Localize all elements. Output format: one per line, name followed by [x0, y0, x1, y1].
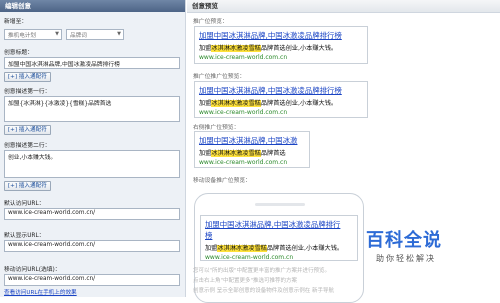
desc-line2-label: 创意描述第二行： [4, 143, 51, 149]
ad-title[interactable]: 加盟中国冰淇淋品牌,中国冰激 [199, 135, 305, 146]
creative-title-input[interactable]: 加盟中国冰淇淋品牌,中国冰激凌品牌排行榜 [4, 57, 180, 69]
default-url-input[interactable]: www.ice-cream-world.com.cn/ [4, 208, 180, 220]
ad-url: www.ice-cream-world.com.cn [205, 254, 294, 261]
ad-description: 加盟冰淇淋冰激凌雪糕品牌首选创业,小本赚大钱。 [199, 100, 338, 107]
watermark-subtitle: 助你轻松解决 [376, 254, 436, 263]
phone-speaker [255, 203, 305, 206]
add-to-label: 新增至： [4, 19, 28, 25]
insert-wildcard-button[interactable]: [+] 插入通配符 [4, 181, 51, 191]
preview-card-middle: 加盟中国冰淇淋品牌,中国冰激凌品牌排行榜 加盟冰淇淋冰激凌雪糕品牌首选创业,小本… [194, 81, 368, 118]
insert-wildcard-button[interactable]: [+] 插入通配符 [4, 125, 51, 135]
ad-url: www.ice-cream-world.com.cn [199, 109, 288, 116]
ad-title[interactable]: 加盟中国冰淇淋品牌,中国冰激凌品牌排行榜 [199, 85, 363, 96]
edit-creative-panel: 编辑创意 新增至： 推机电计划 ▼ 品牌词 ▼ 创意标题： 加盟中国冰淇淋品牌,… [0, 0, 186, 297]
ad-title[interactable]: 加盟中国冰淇淋品牌,中国冰激凌品牌排行 [205, 219, 353, 230]
footnote: 您可以"所的出版"中配置更丰富的推广方案并进行预览。 [193, 268, 331, 274]
default-url-label: 默认访问URL： [4, 201, 45, 207]
unit-select-value: 品牌词 [70, 33, 87, 39]
ad-url: www.ice-cream-world.com.cn [199, 54, 288, 61]
ad-description: 加盟冰淇淋冰激凌雪糕品牌首选创业,小本赚大钱。 [205, 245, 344, 252]
footnote: 创意示例 呈示全部创意的设备物件及创意示例在 新手导航 [193, 288, 334, 294]
preview-panel-title: 创意预览 [187, 0, 500, 13]
display-url-input[interactable]: www.ice-cream-world.com.cn/ [4, 240, 180, 252]
creative-title-label: 创意标题： [4, 50, 33, 56]
unit-select[interactable]: 品牌词 ▼ [66, 29, 124, 40]
mobile-url-label: 移动访问URL(选填)： [4, 267, 61, 273]
ad-title[interactable]: 加盟中国冰淇淋品牌,中国冰激凌品牌排行榜 [199, 30, 363, 41]
desc-line1-label: 创意描述第一行： [4, 89, 51, 95]
mobile-url-input[interactable]: www.ice-cream-world.com.cn/ [4, 274, 180, 286]
display-url-label: 默认显示URL： [4, 233, 45, 239]
preview-label: 推广位预览： [193, 19, 228, 25]
watermark-logo: 百科全说 助你轻松解决 [362, 226, 492, 276]
insert-wildcard-button[interactable]: [+] 插入通配符 [4, 72, 51, 82]
preview-card-top: 加盟中国冰淇淋品牌,中国冰激凌品牌排行榜 加盟冰淇淋冰激凌雪糕品牌首选创业,小本… [194, 26, 368, 64]
ad-description: 加盟冰淇淋冰激凌雪糕品牌首选 [199, 150, 286, 157]
preview-label: 推广位推广位预览： [193, 74, 246, 80]
panel-title: 编辑创意 [0, 0, 185, 12]
watermark-title: 百科全说 [366, 230, 442, 251]
mobile-preview-card: 加盟中国冰淇淋品牌,中国冰激凌品牌排行 榜 加盟冰淇淋冰激凌雪糕品牌首选创业,小… [200, 215, 358, 261]
ad-description: 加盟冰淇淋冰激凌雪糕品牌首选创业,小本赚大钱。 [199, 45, 338, 52]
desc-line1-input[interactable]: 加盟{冰淇淋}{冰激凌}{雪糕}品牌首选 [4, 96, 180, 122]
plan-select[interactable]: 推机电计划 ▼ [4, 29, 62, 40]
footnote: 点击右上角"中配置更多"推选可推荐的方案 [193, 278, 298, 284]
chevron-down-icon: ▼ [55, 31, 59, 37]
mobile-preview-link[interactable]: 查看访问URL在手机上的效果 [4, 288, 77, 296]
preview-label: 右侧推广位预览： [193, 125, 240, 131]
ad-title-line2[interactable]: 榜 [205, 230, 353, 241]
desc-line2-input[interactable]: 创业,小本赚大钱。 [4, 150, 180, 178]
ad-url: www.ice-cream-world.com.cn [199, 159, 288, 166]
preview-card-right: 加盟中国冰淇淋品牌,中国冰激 加盟冰淇淋冰激凌雪糕品牌首选 www.ice-cr… [194, 131, 310, 168]
chevron-down-icon: ▼ [117, 31, 121, 37]
mobile-preview-label: 移动设备推广位预览： [193, 178, 251, 184]
plan-select-value: 推机电计划 [8, 33, 36, 39]
